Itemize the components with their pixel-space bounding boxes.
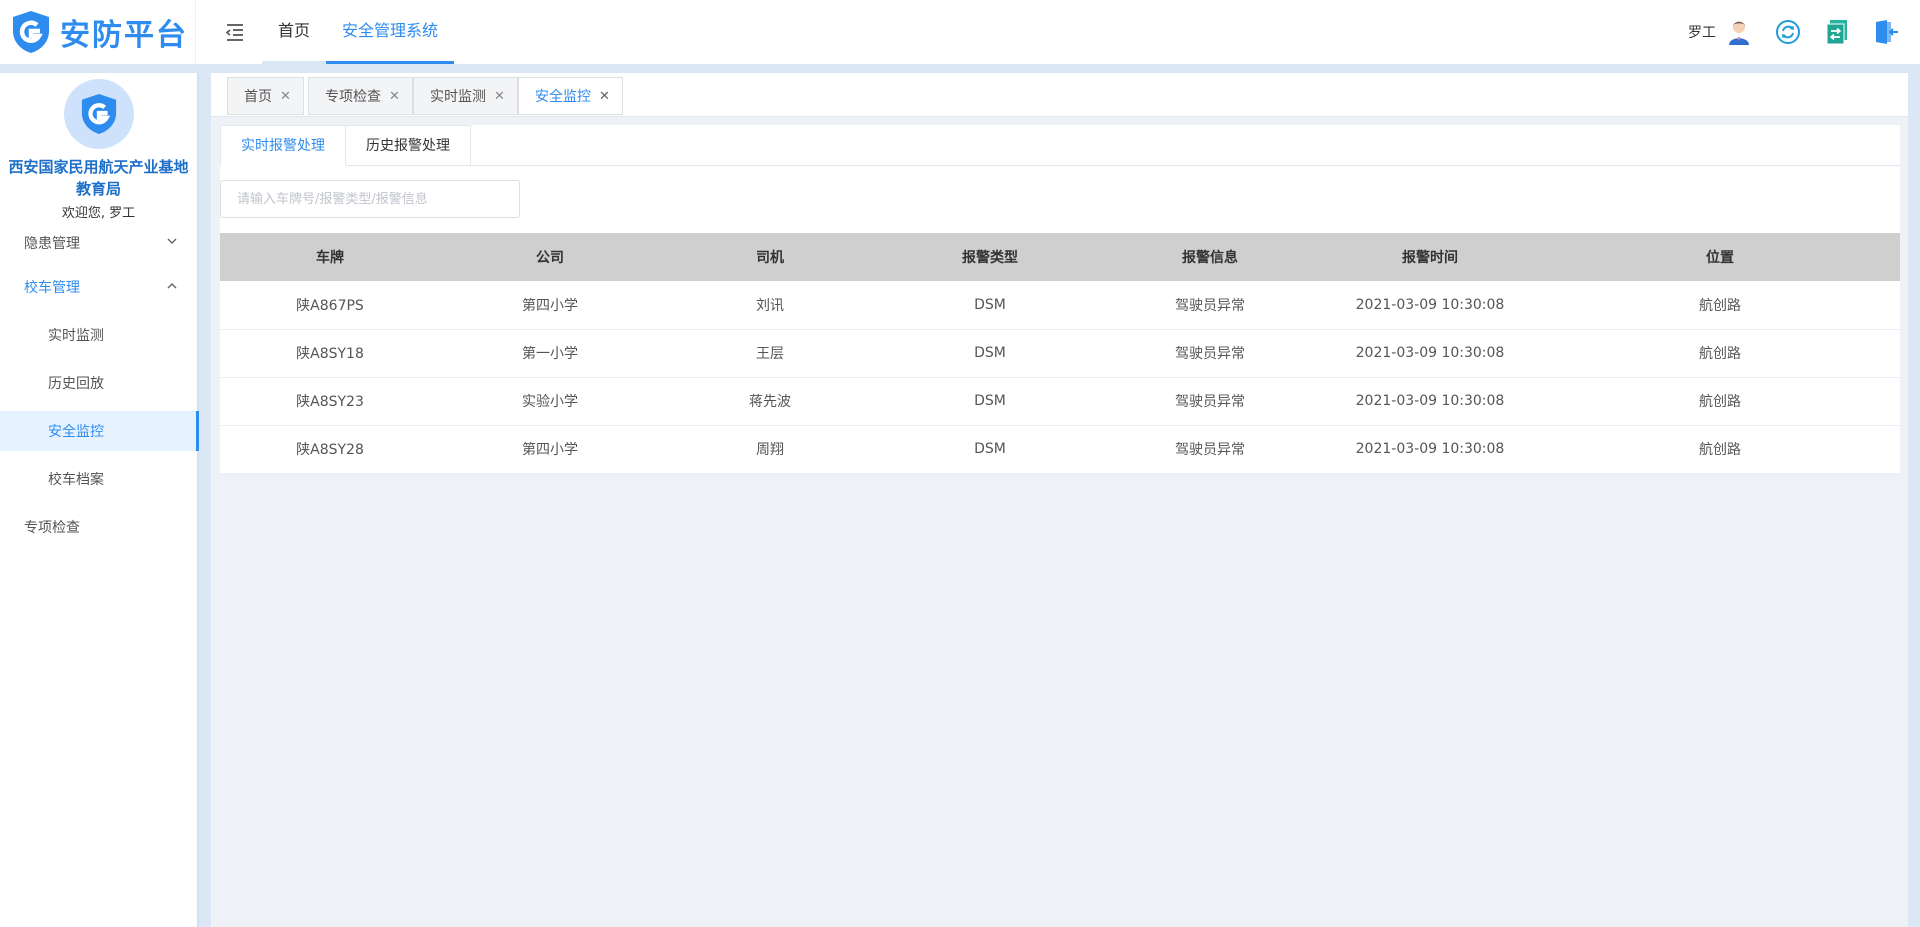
cell-company: 实验小学 <box>440 377 660 426</box>
cell-alarm-type: DSM <box>880 329 1100 378</box>
chevron-down-icon <box>167 235 177 248</box>
tag-label: 专项检查 <box>325 89 381 105</box>
cell-company: 第四小学 <box>440 281 660 330</box>
sidebar: 西安国家民用航天产业基地 教育局 欢迎您, 罗工 隐患管理 校车管理 实时监测 … <box>0 73 199 927</box>
sidebar-item-security[interactable]: 安全监控 <box>0 411 199 451</box>
close-icon[interactable]: ✕ <box>494 89 505 104</box>
top-header: 安防平台 首页 安全管理系统 罗工 <box>0 0 1920 64</box>
sidebar-item-archive[interactable]: 校车档案 <box>0 455 197 503</box>
col-location[interactable]: 位置 <box>1540 233 1900 281</box>
tags-bar: 首页 ✕ 专项检查 ✕ 实时监测 ✕ 安全监控 ✕ <box>211 73 1908 117</box>
cell-alarm-time: 2021-03-09 10:30:08 <box>1320 329 1540 378</box>
cell-alarm-time: 2021-03-09 10:30:08 <box>1320 281 1540 330</box>
main-content: 首页 ✕ 专项检查 ✕ 实时监测 ✕ 安全监控 ✕ 实时报警处理 历史报警处理 <box>211 73 1908 927</box>
username: 罗工 <box>1688 25 1716 41</box>
cell-location: 航创路 <box>1540 377 1900 426</box>
cell-driver: 蒋先波 <box>660 377 880 426</box>
cell-company: 第一小学 <box>440 329 660 378</box>
tag-realtime[interactable]: 实时监测 ✕ <box>413 77 518 115</box>
cell-location: 航创路 <box>1540 281 1900 330</box>
org-name-line1: 西安国家民用航天产业基地 <box>8 158 189 176</box>
sidebar-item-label: 安全监控 <box>48 424 104 440</box>
tag-label: 实时监测 <box>430 89 486 105</box>
sidebar-item-bus-mgmt[interactable]: 校车管理 <box>0 263 197 311</box>
header-actions: 罗工 <box>1688 0 1920 64</box>
tag-special-check[interactable]: 专项检查 ✕ <box>308 77 413 115</box>
app-name: 安防平台 <box>60 18 188 53</box>
cell-alarm-time: 2021-03-09 10:30:08 <box>1320 377 1540 426</box>
cell-location: 航创路 <box>1540 329 1900 378</box>
refresh-icon[interactable] <box>1773 17 1803 47</box>
cell-driver: 刘讯 <box>660 281 880 330</box>
table-row[interactable]: 陕A8SY23 实验小学 蒋先波 DSM 驾驶员异常 2021-03-09 10… <box>220 377 1900 426</box>
sidebar-item-label: 专项检查 <box>24 520 80 536</box>
cell-alarm-type: DSM <box>880 281 1100 330</box>
top-nav: 首页 安全管理系统 <box>262 0 455 64</box>
cell-alarm-type: DSM <box>880 377 1100 426</box>
cell-alarm-info: 驾驶员异常 <box>1100 329 1320 378</box>
switch-icon[interactable] <box>1822 17 1852 47</box>
cell-driver: 周翔 <box>660 425 880 474</box>
cell-plate: 陕A8SY18 <box>220 329 440 378</box>
close-icon[interactable]: ✕ <box>389 89 400 104</box>
cell-alarm-info: 驾驶员异常 <box>1100 377 1320 426</box>
cell-company: 第四小学 <box>440 425 660 474</box>
alarm-card: 实时报警处理 历史报警处理 车牌 公司 司机 报警类型 报警信息 报警时间 位置 <box>220 125 1900 474</box>
logout-icon[interactable] <box>1871 17 1901 47</box>
org-avatar <box>63 79 134 149</box>
sidebar-item-realtime[interactable]: 实时监测 <box>0 311 197 359</box>
chevron-up-icon <box>167 279 177 292</box>
alarm-tabs: 实时报警处理 历史报警处理 <box>220 125 1900 166</box>
logo[interactable]: 安防平台 <box>0 0 196 64</box>
cell-plate: 陕A8SY23 <box>220 377 440 426</box>
sidebar-menu: 隐患管理 校车管理 实时监测 历史回放 安全监控 校车档案 专项检查 <box>0 223 199 551</box>
sidebar-item-label: 实时监测 <box>48 328 104 344</box>
close-icon[interactable]: ✕ <box>280 89 291 104</box>
cell-alarm-time: 2021-03-09 10:30:08 <box>1320 425 1540 474</box>
sidebar-item-label: 隐患管理 <box>24 236 80 252</box>
cell-alarm-type: DSM <box>880 425 1100 474</box>
menu-fold-icon[interactable] <box>220 0 250 64</box>
cell-alarm-info: 驾驶员异常 <box>1100 425 1320 474</box>
sidebar-item-label: 校车档案 <box>48 472 104 488</box>
cell-driver: 王层 <box>660 329 880 378</box>
alarm-table: 车牌 公司 司机 报警类型 报警信息 报警时间 位置 陕A867PS 第四小学 … <box>220 233 1900 474</box>
sidebar-item-label: 校车管理 <box>24 280 80 296</box>
shield-logo-icon <box>10 9 52 55</box>
col-company[interactable]: 公司 <box>440 233 660 281</box>
sidebar-item-history[interactable]: 历史回放 <box>0 359 197 407</box>
col-alarm-time[interactable]: 报警时间 <box>1320 233 1540 281</box>
tab-realtime-alarm[interactable]: 实时报警处理 <box>220 125 346 166</box>
cell-plate: 陕A867PS <box>220 281 440 330</box>
close-icon[interactable]: ✕ <box>599 89 610 104</box>
user-avatar-icon[interactable] <box>1724 17 1754 47</box>
topnav-home[interactable]: 首页 <box>262 0 327 64</box>
col-alarm-type[interactable]: 报警类型 <box>880 233 1100 281</box>
table-row[interactable]: 陕A8SY28 第四小学 周翔 DSM 驾驶员异常 2021-03-09 10:… <box>220 425 1900 474</box>
shield-g-icon <box>81 94 116 134</box>
cell-alarm-info: 驾驶员异常 <box>1100 281 1320 330</box>
tag-label: 首页 <box>244 89 272 105</box>
cell-plate: 陕A8SY28 <box>220 425 440 474</box>
search-input[interactable] <box>220 180 520 218</box>
org-name: 西安国家民用航天产业基地 教育局 <box>0 156 197 200</box>
tag-security[interactable]: 安全监控 ✕ <box>518 77 623 115</box>
col-driver[interactable]: 司机 <box>660 233 880 281</box>
topnav-safety-system[interactable]: 安全管理系统 <box>326 0 455 64</box>
table-row[interactable]: 陕A8SY18 第一小学 王层 DSM 驾驶员异常 2021-03-09 10:… <box>220 329 1900 378</box>
table-row[interactable]: 陕A867PS 第四小学 刘讯 DSM 驾驶员异常 2021-03-09 10:… <box>220 281 1900 330</box>
col-alarm-info[interactable]: 报警信息 <box>1100 233 1320 281</box>
sidebar-item-special[interactable]: 专项检查 <box>0 503 197 551</box>
table-header-row: 车牌 公司 司机 报警类型 报警信息 报警时间 位置 <box>220 233 1900 281</box>
welcome-text: 欢迎您, 罗工 <box>61 206 136 221</box>
tag-home[interactable]: 首页 ✕ <box>227 77 304 115</box>
org-name-line2: 教育局 <box>75 180 121 198</box>
tag-label: 安全监控 <box>535 89 591 105</box>
sidebar-item-label: 历史回放 <box>48 376 104 392</box>
sidebar-item-hazard[interactable]: 隐患管理 <box>0 223 197 263</box>
cell-location: 航创路 <box>1540 425 1900 474</box>
tab-history-alarm[interactable]: 历史报警处理 <box>346 125 471 166</box>
col-plate[interactable]: 车牌 <box>220 233 440 281</box>
